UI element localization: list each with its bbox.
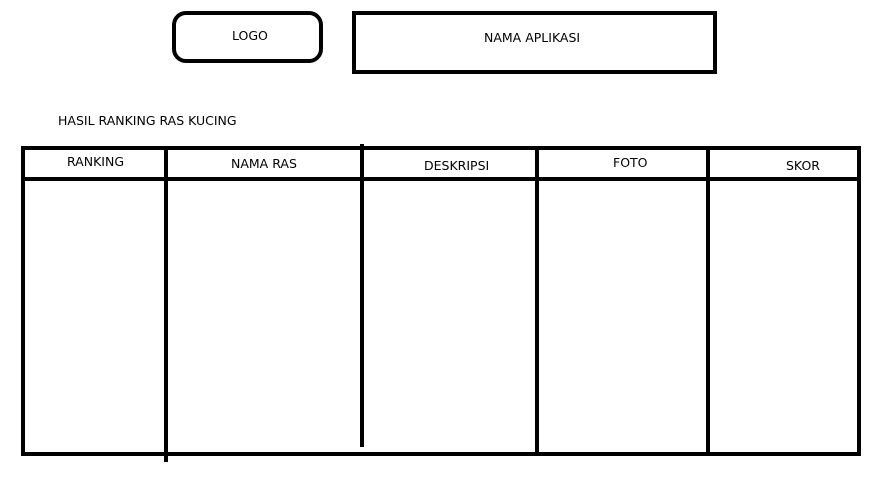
column-header-foto: FOTO — [613, 155, 648, 170]
logo-label: LOGO — [232, 28, 268, 43]
column-header-deskripsi: DESKRIPSI — [424, 158, 490, 173]
logo-placeholder: LOGO — [172, 11, 323, 63]
page-title: HASIL RANKING RAS KUCING — [58, 113, 237, 128]
app-name-label: NAMA APLIKASI — [484, 30, 581, 45]
column-header-skor: SKOR — [786, 158, 820, 173]
ranking-table: RANKING NAMA RAS DESKRIPSI FOTO SKOR — [21, 144, 861, 462]
app-name-placeholder: NAMA APLIKASI — [352, 11, 717, 74]
table-body — [25, 181, 857, 452]
column-header-nama-ras: NAMA RAS — [231, 156, 297, 171]
column-header-ranking: RANKING — [67, 154, 125, 169]
